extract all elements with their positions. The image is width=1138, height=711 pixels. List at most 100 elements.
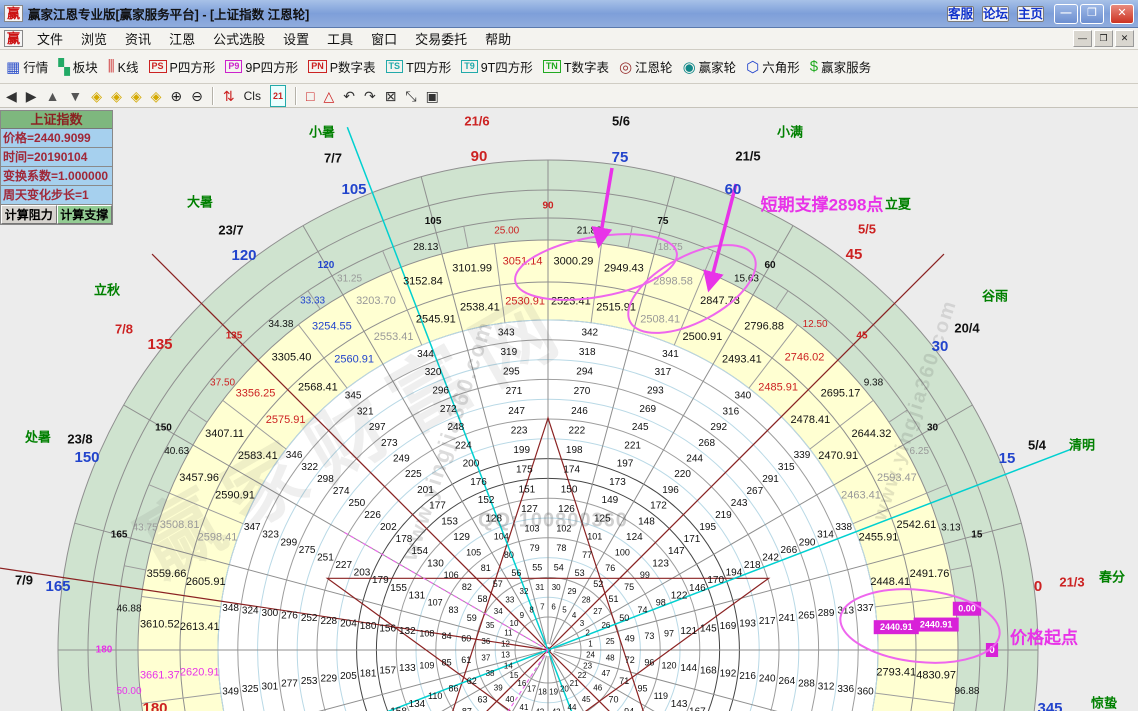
svg-text:105: 105 [466,548,481,558]
svg-text:48: 48 [606,653,615,662]
toolbar-service[interactable]: $赢家服务 [810,57,871,76]
calendar-icon[interactable]: 21 [270,85,286,107]
svg-text:291: 291 [762,474,779,485]
diamond-left-icon[interactable]: ◈ [91,86,102,106]
diamond-right-icon[interactable]: ◈ [111,86,122,106]
toolbar-label: 板块 [73,57,98,76]
shrink-icon[interactable]: ⤡ [405,86,416,106]
outer-label-立秋: 立秋 [94,282,121,297]
calc-resistance-button[interactable]: 计算阻力 [1,205,57,224]
menu-item-资讯[interactable]: 资讯 [116,29,160,48]
toolbar-hexagon[interactable]: ⬡六角形 [746,57,800,76]
delete-box-icon[interactable]: ⊠ [385,86,397,106]
toolbar-blocks[interactable]: ▚板块 [58,57,98,76]
menu-item-公式选股[interactable]: 公式选股 [204,29,274,48]
svg-text:74: 74 [638,605,648,615]
svg-text:103: 103 [525,523,540,533]
toolbar-t-table[interactable]: TNT数字表 [543,57,609,76]
toolbar-p-square[interactable]: PSP四方形 [149,57,216,76]
svg-text:50.00: 50.00 [117,686,142,697]
titlebar-link-3[interactable]: 主页 [1017,6,1044,22]
menu-item-浏览[interactable]: 浏览 [72,29,116,48]
toolbar-9p-square[interactable]: P99P四方形 [225,57,298,76]
svg-text:346: 346 [286,450,303,461]
svg-text:314: 314 [817,530,834,541]
svg-text:85: 85 [442,658,452,668]
hexagon-icon: ⬡ [746,58,759,76]
svg-text:46: 46 [593,683,602,692]
svg-text:270: 270 [574,386,591,397]
zoom-out-icon[interactable]: ⊖ [191,86,203,106]
maximize-button[interactable]: ❐ [1080,4,1104,24]
svg-text:322: 322 [301,462,318,473]
square-tool-icon[interactable]: □ [306,86,314,106]
menu-item-江恩[interactable]: 江恩 [160,29,204,48]
zoom-in-icon[interactable]: ⊕ [170,86,182,106]
svg-text:247: 247 [508,406,525,417]
svg-text:2593.47: 2593.47 [877,472,917,484]
svg-text:27: 27 [593,607,602,616]
titlebar-link-1[interactable]: 客服 [947,6,974,22]
gann-wheel-chart[interactable]: 赢家财富网www.yingjia360.comwww.yingjia360.co… [0,108,1138,711]
rotate-cw-icon[interactable]: ↷ [364,86,376,106]
menu-item-交易委托[interactable]: 交易委托 [406,29,476,48]
triangle-tool-icon[interactable]: △ [323,86,334,106]
titlebar-link-2[interactable]: 论坛 [982,6,1009,22]
svg-text:39: 39 [494,683,503,692]
svg-text:158: 158 [390,707,407,711]
toolbar-quotes-grid[interactable]: ▦行情 [6,57,48,76]
mdi-close-button[interactable]: ✕ [1115,30,1134,47]
menu-item-窗口[interactable]: 窗口 [362,29,406,48]
svg-text:200: 200 [463,459,480,470]
pointer-down-icon[interactable]: ▼ [68,86,82,106]
calc-support-button[interactable]: 计算支撑 [57,205,113,224]
svg-text:11: 11 [504,629,513,638]
toolbar-p-table[interactable]: PNP数字表 [308,57,375,76]
updown-icon[interactable]: ⇅ [223,86,235,106]
svg-text:83: 83 [448,605,458,615]
svg-text:73: 73 [644,631,654,641]
menu-item-设置[interactable]: 设置 [274,29,318,48]
rotate-ccw-icon[interactable]: ↶ [343,86,355,106]
toolbar-gann-wheel[interactable]: ◎江恩轮 [619,57,673,76]
mdi-restore-button[interactable]: ❐ [1094,30,1113,47]
svg-text:21: 21 [570,679,579,688]
svg-text:94: 94 [624,707,634,711]
menu-item-工具[interactable]: 工具 [318,29,362,48]
svg-text:297: 297 [369,422,386,433]
blocks-icon: ▚ [58,58,70,76]
menu-item-帮助[interactable]: 帮助 [476,29,520,48]
cls-button[interactable]: Cls [244,86,261,106]
svg-text:315: 315 [778,462,795,473]
menu-item-文件[interactable]: 文件 [28,29,72,48]
outer-label-23/7: 23/7 [218,222,243,237]
svg-text:2575.91: 2575.91 [266,414,306,426]
minimize-button[interactable]: — [1054,4,1078,24]
svg-text:228: 228 [320,616,337,627]
screen-icon[interactable]: ▣ [426,86,439,106]
svg-text:241: 241 [778,613,795,624]
mdi-minimize-button[interactable]: — [1073,30,1092,47]
svg-text:349: 349 [222,686,239,697]
svg-text:2463.41: 2463.41 [841,490,881,502]
toolbar-kline[interactable]: ⫼K线 [108,57,139,76]
svg-text:134: 134 [409,699,426,710]
arrow-left-icon[interactable]: ◀ [6,86,17,106]
toolbar-t-square[interactable]: TST四方形 [386,57,452,76]
diamond-up-icon[interactable]: ◈ [131,86,142,106]
svg-text:337: 337 [857,603,874,614]
svg-text:120: 120 [662,660,677,670]
pointer-up-icon[interactable]: ▲ [46,86,60,106]
outer-label-150: 150 [74,449,99,466]
toolbar-9t-square[interactable]: T99T四方形 [461,57,533,76]
svg-text:152: 152 [478,495,495,506]
toolbar-winner-wheel[interactable]: ◉赢家轮 [683,57,737,76]
arrow-right-icon[interactable]: ▶ [26,86,37,106]
svg-text:277: 277 [281,679,298,690]
svg-text:336: 336 [837,684,854,695]
svg-text:6: 6 [551,603,556,612]
svg-text:122: 122 [671,590,688,601]
svg-text:2545.91: 2545.91 [416,313,456,325]
close-button[interactable]: ✕ [1110,4,1134,24]
diamond-down-icon[interactable]: ◈ [151,86,162,106]
